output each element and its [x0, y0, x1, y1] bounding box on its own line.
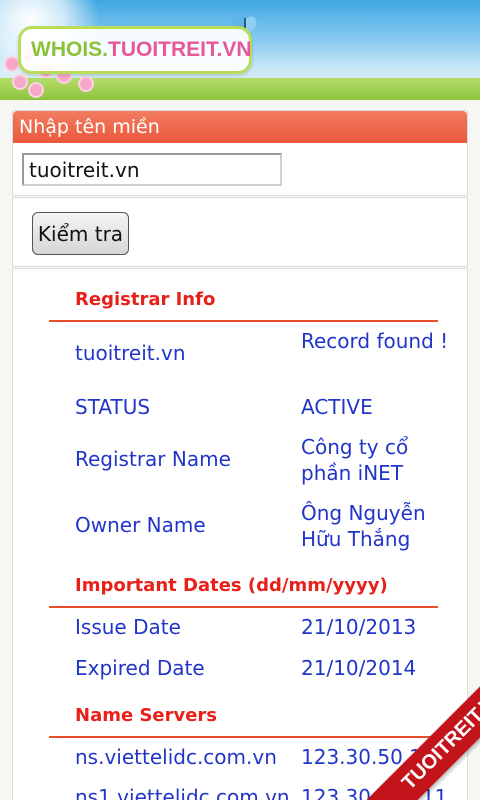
- domain-input[interactable]: [22, 153, 282, 186]
- button-panel: Kiểm tra: [12, 197, 468, 267]
- search-title: Nhập tên miền: [13, 111, 467, 143]
- ns1-label: ns.viettelidc.com.vn: [75, 745, 277, 769]
- owner-name-label: Owner Name: [75, 513, 206, 537]
- issue-date-value: 21/10/2013: [301, 615, 417, 639]
- search-panel: Nhập tên miền: [12, 110, 468, 196]
- expired-date-label: Expired Date: [75, 656, 205, 680]
- divider: [49, 606, 438, 608]
- domain-label: tuoitreit.vn: [75, 341, 186, 365]
- domain-value: Record found !: [301, 329, 449, 353]
- issue-date-label: Issue Date: [75, 615, 181, 639]
- watermark-ribbon: TUOITREIT.VN: [360, 680, 480, 800]
- status-value: ACTIVE: [301, 395, 373, 419]
- site-logo[interactable]: WHOIS. TUOITREIT.VN: [18, 26, 252, 74]
- header-banner: WHOIS. TUOITREIT.VN: [0, 0, 480, 100]
- registrar-name-label: Registrar Name: [75, 447, 231, 471]
- watermark-corner: TUOITREIT.VN: [360, 680, 480, 800]
- ns2-label: ns1.viettelidc.com.vn: [75, 785, 290, 800]
- logo-part-domain: TUOITREIT.VN: [108, 38, 252, 61]
- section-name-servers: Name Servers: [75, 705, 218, 726]
- section-registrar-info: Registrar Info: [75, 289, 216, 310]
- section-important-dates: Important Dates (dd/mm/yyyy): [75, 575, 388, 596]
- check-button[interactable]: Kiểm tra: [32, 212, 129, 255]
- expired-date-value: 21/10/2014: [301, 656, 417, 680]
- logo-part-whois: WHOIS.: [31, 38, 108, 61]
- divider: [49, 320, 438, 322]
- registrar-name-value: Công ty cổ phần iNET: [301, 435, 409, 485]
- status-label: STATUS: [75, 395, 151, 419]
- owner-name-value: Ông Nguyễn Hữu Thắng: [301, 501, 426, 551]
